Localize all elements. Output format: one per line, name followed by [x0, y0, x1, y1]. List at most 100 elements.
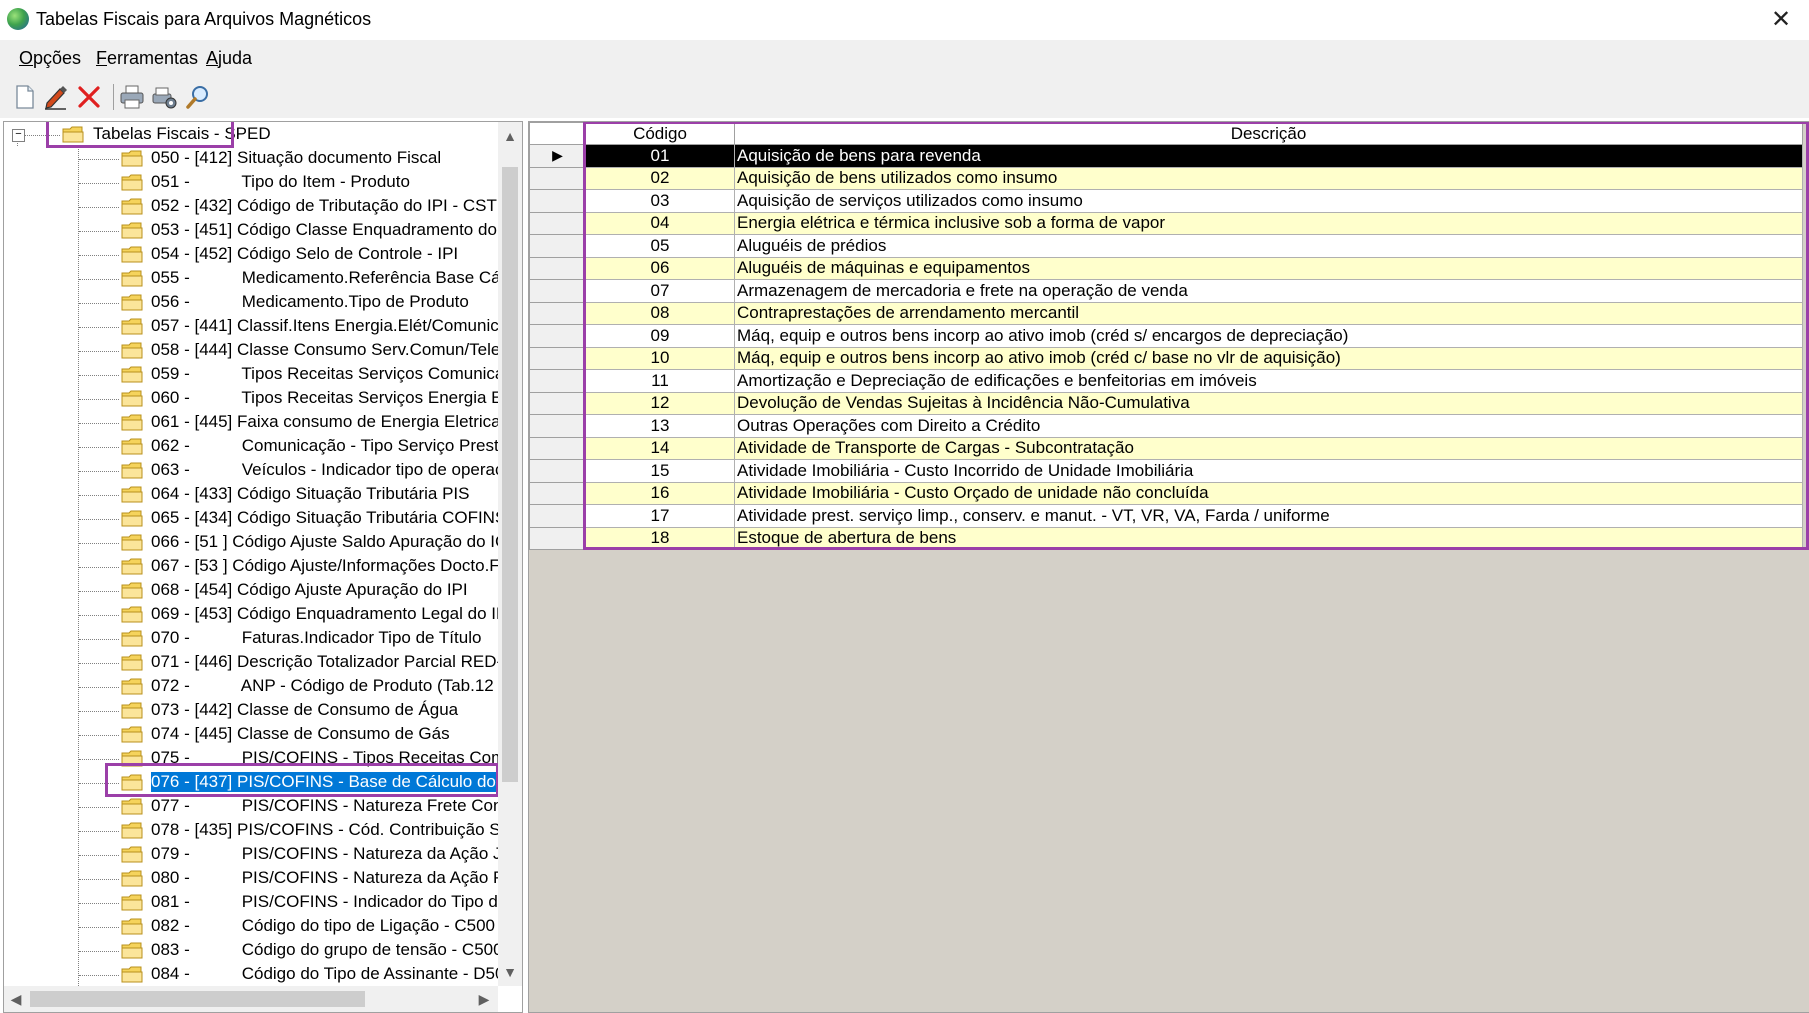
row-indicator-cell[interactable]: [529, 526, 586, 550]
folder-icon: [121, 174, 143, 191]
tree-item-text: Classe de Consumo de Gás: [232, 724, 450, 743]
tree-item-text: Código Ajuste Saldo Apuração do ICM: [227, 532, 498, 551]
tables-tree: − Tabelas Fiscais - SPED 050 - [412] Sit…: [3, 121, 523, 1013]
row-indicator-cell[interactable]: [529, 279, 586, 303]
tree-item[interactable]: 068 - [454] Código Ajuste Apuração do IP…: [4, 579, 498, 603]
tree-item-label: 050 - [412] Situação documento Fiscal: [151, 148, 441, 168]
search-magnifier-icon[interactable]: [184, 83, 212, 111]
folder-icon: [121, 798, 143, 815]
tree-item-number: 058 - [444]: [151, 340, 233, 359]
row-indicator-cell[interactable]: [529, 189, 586, 213]
tree-item[interactable]: 079 - PIS/COFINS - Natureza da Ação Jud: [4, 843, 498, 867]
tree-item[interactable]: 059 - Tipos Receitas Serviços Comunicaçã: [4, 363, 498, 387]
row-indicator-cell[interactable]: [529, 234, 586, 258]
row-indicator-cell[interactable]: [529, 504, 586, 528]
tree-item[interactable]: 082 - Código do tipo de Ligação - C500 (…: [4, 915, 498, 939]
tree-item-number: 072 -: [151, 676, 190, 695]
tree-item[interactable]: 052 - [432] Código de Tributação do IPI …: [4, 195, 498, 219]
tree-item-label: 083 - Código do grupo de tensão - C500 (…: [151, 940, 498, 960]
tree-item[interactable]: 083 - Código do grupo de tensão - C500 (…: [4, 939, 498, 963]
row-indicator-cell[interactable]: [529, 459, 586, 483]
row-indicator-cell[interactable]: [529, 414, 586, 438]
scroll-thumb[interactable]: [502, 167, 518, 782]
print-setup-icon[interactable]: [150, 83, 178, 111]
tree-item[interactable]: 065 - [434] Código Situação Tributária C…: [4, 507, 498, 531]
tree-item[interactable]: 060 - Tipos Receitas Serviços Energia El…: [4, 387, 498, 411]
tree-item[interactable]: 080 - PIS/COFINS - Natureza da Ação Pro: [4, 867, 498, 891]
tree-item[interactable]: 053 - [451] Código Classe Enquadramento …: [4, 219, 498, 243]
tree-item[interactable]: 074 - [445] Classe de Consumo de Gás: [4, 723, 498, 747]
tree-item[interactable]: 064 - [433] Código Situação Tributária P…: [4, 483, 498, 507]
tree-item[interactable]: 061 - [445] Faixa consumo de Energia Ele…: [4, 411, 498, 435]
tree-item[interactable]: 066 - [51 ] Código Ajuste Saldo Apuração…: [4, 531, 498, 555]
codes-grid: Código Descrição ▶ 01 Aquisição de bens pa…: [528, 121, 1809, 1013]
folder-icon: [121, 198, 143, 215]
delete-x-icon[interactable]: [75, 83, 103, 111]
tree-item[interactable]: 081 - PIS/COFINS - Indicador do Tipo de …: [4, 891, 498, 915]
folder-icon: [121, 654, 143, 671]
print-icon[interactable]: [118, 83, 146, 111]
tree-item[interactable]: 055 - Medicamento.Referência Base Cálcu: [4, 267, 498, 291]
folder-icon: [121, 222, 143, 239]
tree-item[interactable]: 062 - Comunicação - Tipo Serviço Prestad…: [4, 435, 498, 459]
tree-item-text: Faixa consumo de Energia Eletrica: [232, 412, 498, 431]
tree-horizontal-scrollbar[interactable]: ◀ ▶: [4, 986, 498, 1012]
close-icon[interactable]: ✕: [1753, 0, 1809, 40]
tree-line: [79, 447, 119, 448]
folder-icon: [121, 366, 143, 383]
tree-item-label: 065 - [434] Código Situação Tributária C…: [151, 508, 498, 528]
scroll-up-arrow-icon[interactable]: ▲: [498, 128, 522, 144]
tree-item-label: 084 - Código do Tipo de Assinante - D500: [151, 964, 498, 984]
row-indicator-cell[interactable]: [529, 324, 586, 348]
row-indicator-cell[interactable]: [529, 256, 586, 280]
folder-icon: [121, 270, 143, 287]
scroll-left-arrow-icon[interactable]: ◀: [4, 991, 28, 1008]
scroll-thumb[interactable]: [30, 991, 365, 1007]
folder-icon: [121, 966, 143, 983]
menu-opcoes[interactable]: Opções: [19, 48, 81, 69]
scroll-right-arrow-icon[interactable]: ▶: [472, 991, 496, 1008]
tree-item[interactable]: 077 - PIS/COFINS - Natureza Frete Contra: [4, 795, 498, 819]
tree-item[interactable]: 054 - [452] Código Selo de Controle - IP…: [4, 243, 498, 267]
tree-item[interactable]: 084 - Código do Tipo de Assinante - D500: [4, 963, 498, 986]
menu-opcoes-accel: O: [19, 48, 34, 68]
row-indicator-cell[interactable]: [529, 391, 586, 415]
row-indicator-cell[interactable]: [529, 166, 586, 190]
tree-item-label: 074 - [445] Classe de Consumo de Gás: [151, 724, 450, 744]
edit-pencil-icon[interactable]: [42, 83, 70, 111]
tree-item[interactable]: 057 - [441] Classif.Itens Energia.Elét/C…: [4, 315, 498, 339]
tree-item[interactable]: 078 - [435] PIS/COFINS - Cód. Contribuiç…: [4, 819, 498, 843]
row-indicator-cell[interactable]: [529, 211, 586, 235]
tree-line: [79, 351, 119, 352]
tree-item-number: 079 -: [151, 844, 190, 863]
tree-item[interactable]: 069 - [453] Código Enquadramento Legal d…: [4, 603, 498, 627]
scroll-down-arrow-icon[interactable]: ▼: [498, 964, 522, 980]
tree-item[interactable]: 058 - [444] Classe Consumo Serv.Comun/Te…: [4, 339, 498, 363]
tree-item-label: 057 - [441] Classif.Itens Energia.Elét/C…: [151, 316, 498, 336]
tree-item[interactable]: 071 - [446] Descrição Totalizador Parcia…: [4, 651, 498, 675]
tree-vertical-scrollbar[interactable]: ▲ ▼: [498, 122, 522, 986]
tree-item[interactable]: 070 - Faturas.Indicador Tipo de Título: [4, 627, 498, 651]
row-indicator-cell[interactable]: [529, 436, 586, 460]
tree-line: [79, 831, 119, 832]
folder-icon: [121, 942, 143, 959]
tree-item[interactable]: 051 - Tipo do Item - Produto: [4, 171, 498, 195]
tree-item-label: 068 - [454] Código Ajuste Apuração do IP…: [151, 580, 468, 600]
menu-ajuda[interactable]: Ajuda: [206, 48, 252, 69]
row-indicator-cell[interactable]: [529, 301, 586, 325]
row-indicator-cell[interactable]: [529, 481, 586, 505]
tree-item[interactable]: 072 - ANP - Código de Produto (Tab.12 SI: [4, 675, 498, 699]
tree-item-number: 070 -: [151, 628, 190, 647]
tree-item[interactable]: 067 - [53 ] Código Ajuste/Informações Do…: [4, 555, 498, 579]
tree-line: [79, 927, 119, 928]
tree-item-text: Medicamento.Referência Base Cálcu: [237, 268, 498, 287]
tree-item[interactable]: 050 - [412] Situação documento Fiscal: [4, 147, 498, 171]
tree-item[interactable]: 056 - Medicamento.Tipo de Produto: [4, 291, 498, 315]
row-indicator-cell[interactable]: [529, 369, 586, 393]
tree-item[interactable]: 063 - Veículos - Indicador tipo de opera…: [4, 459, 498, 483]
menu-ferramentas[interactable]: Ferramentas: [96, 48, 198, 69]
tree-item[interactable]: 073 - [442] Classe de Consumo de Água: [4, 699, 498, 723]
current-row-arrow-icon[interactable]: ▶: [529, 144, 586, 168]
new-document-icon[interactable]: [11, 83, 39, 111]
row-indicator-cell[interactable]: [529, 346, 586, 370]
